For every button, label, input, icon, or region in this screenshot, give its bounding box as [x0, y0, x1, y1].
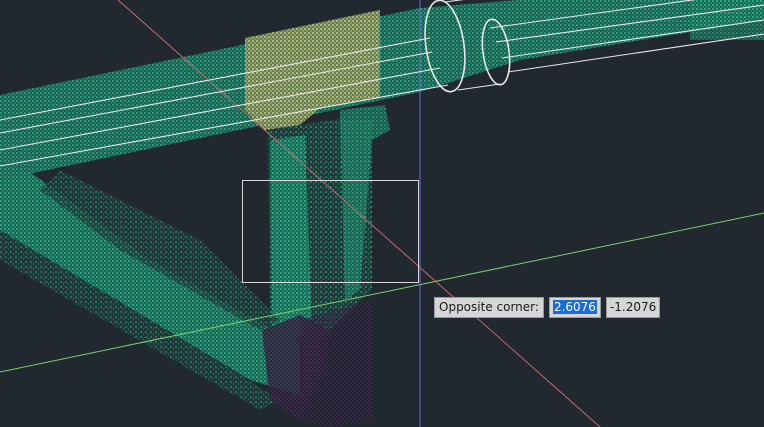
x-coordinate-value[interactable]: 2.6076 [552, 300, 597, 314]
x-coordinate-field[interactable]: 2.6076 [548, 297, 601, 318]
dynamic-input-prompt: Opposite corner: [434, 297, 544, 318]
y-coordinate-field[interactable]: -1.2076 [605, 297, 661, 318]
drawing-viewport[interactable]: Opposite corner: 2.6076 -1.2076 [0, 0, 764, 427]
point-cloud-main-pipe [0, 0, 764, 180]
dynamic-input-tooltip: Opposite corner: 2.6076 -1.2076 [434, 297, 661, 318]
selection-window-rectangle [242, 180, 419, 283]
